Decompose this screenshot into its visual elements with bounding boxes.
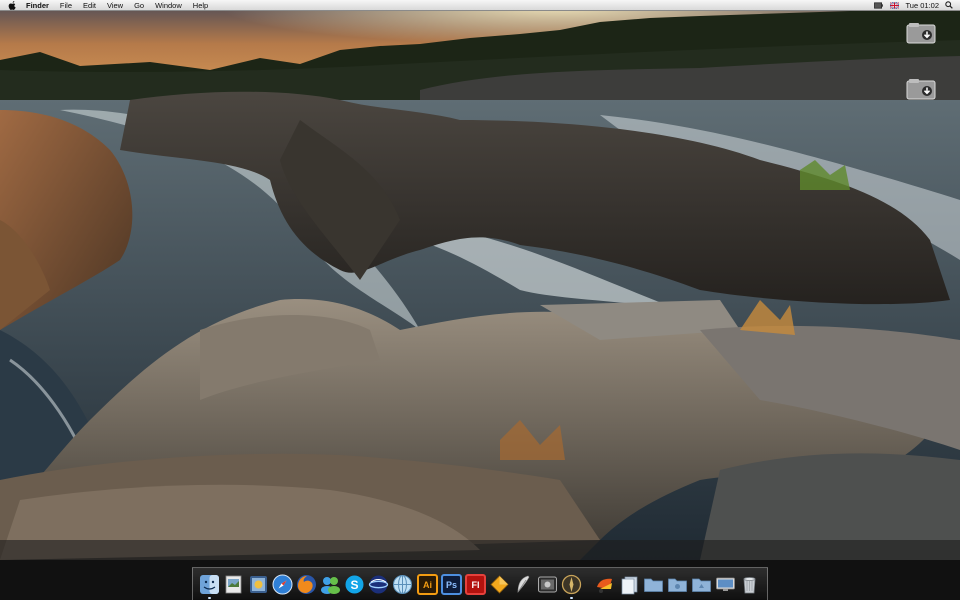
dock-item-messenger[interactable] [320, 574, 341, 595]
drive-icon[interactable] [906, 78, 936, 102]
dock-item-trash[interactable] [739, 574, 760, 595]
menu-finder[interactable]: Finder [26, 0, 49, 11]
dock-item-globe-browser[interactable] [368, 574, 389, 595]
network-icon [393, 575, 412, 594]
dock-item-compass[interactable] [561, 574, 582, 595]
folder-icon [644, 578, 663, 592]
preview-icon [225, 575, 242, 594]
menu-file[interactable]: File [60, 0, 72, 11]
dock-item-documents-stack[interactable] [619, 574, 640, 595]
drive-icon[interactable] [906, 22, 936, 46]
menu-view[interactable]: View [107, 0, 123, 11]
dock-item-preview[interactable] [223, 574, 244, 595]
desktop-wallpaper [0, 0, 960, 600]
spotlight-search-icon[interactable] [945, 1, 953, 9]
trash-icon [743, 577, 756, 594]
menu-edit[interactable]: Edit [83, 0, 96, 11]
dock-item-folder-2[interactable] [667, 574, 688, 595]
menu-bar: Finder File Edit View Go Window Help Tue… [0, 0, 960, 11]
compass-icon [561, 574, 582, 595]
flag-icon[interactable] [889, 1, 899, 9]
dock-item-skype[interactable]: S [344, 574, 365, 595]
dock: S Ai Ps Fl [192, 567, 768, 600]
dock-item-folder-1[interactable] [643, 574, 664, 595]
menu-extras: Tue 01:02 [873, 0, 960, 11]
truck-icon [597, 578, 612, 593]
dock-item-folder-3[interactable] [691, 574, 712, 595]
folder-icon [668, 578, 687, 592]
dock-item-finder[interactable] [199, 574, 220, 595]
documents-stack-icon [621, 576, 638, 595]
dock-item-firefox[interactable] [296, 574, 317, 595]
dock-item-transmit[interactable] [594, 574, 615, 595]
camera-icon [538, 576, 557, 593]
dock-item-photo-booth[interactable] [537, 574, 558, 595]
feather-icon [517, 575, 530, 593]
dock-item-illustrator[interactable]: Ai [417, 574, 438, 595]
display-icon [716, 577, 735, 591]
folder-icon [692, 578, 711, 592]
safari-icon [272, 574, 293, 595]
photoshop-icon-label: Ps [445, 579, 457, 590]
menu-help[interactable]: Help [193, 0, 208, 11]
firefox-icon [297, 575, 316, 594]
skype-icon: S [345, 575, 364, 594]
dock-item-sketch[interactable] [489, 574, 510, 595]
messenger-icon [321, 577, 340, 594]
battery-icon[interactable] [873, 1, 883, 9]
menu-window[interactable]: Window [155, 0, 182, 11]
apple-menu-icon[interactable] [8, 0, 17, 10]
flash-icon-label: Fl [471, 579, 480, 590]
dock-item-safari[interactable] [272, 574, 293, 595]
running-indicator [208, 597, 211, 599]
dock-item-flash[interactable]: Fl [465, 574, 486, 595]
illustrator-icon-label: Ai [423, 579, 432, 590]
menu-go[interactable]: Go [134, 0, 144, 11]
photo-viewer-icon [250, 576, 267, 593]
finder-icon [200, 575, 219, 594]
svg-text:S: S [350, 578, 358, 592]
dock-item-photoshop[interactable]: Ps [441, 574, 462, 595]
diamond-icon [490, 575, 509, 594]
globe-icon [368, 575, 389, 594]
dock-item-feather[interactable] [513, 574, 534, 595]
dock-item-photo-viewer[interactable] [248, 574, 269, 595]
running-indicator [570, 597, 573, 599]
menubar-clock[interactable]: Tue 01:02 [906, 1, 940, 10]
dock-item-display[interactable] [715, 574, 736, 595]
dock-item-network-utility[interactable] [392, 574, 413, 595]
